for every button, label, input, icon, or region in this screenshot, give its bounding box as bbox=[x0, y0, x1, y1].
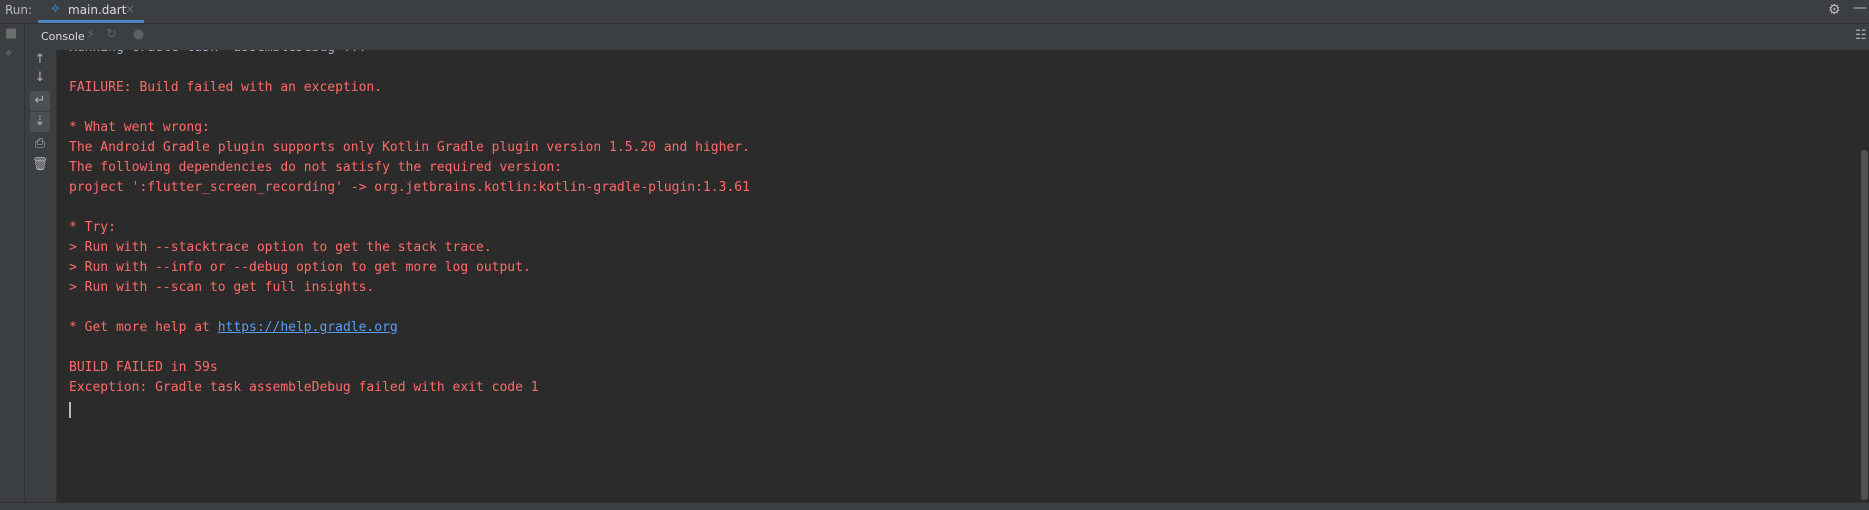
console-line: > Run with --stacktrace option to get th… bbox=[69, 240, 492, 255]
text-caret bbox=[69, 402, 71, 418]
arrow-down-icon[interactable]: ↓ bbox=[30, 68, 50, 88]
console-controls: ↑ ↓ ↵ ⇣ ⎙ 🗑 bbox=[25, 50, 57, 509]
run-tool-window-header: Run: ✧ main.dart × ⚙ — bbox=[0, 0, 1869, 24]
console-line: project ':flutter_screen_recording' -> o… bbox=[69, 180, 750, 195]
console-line: Exception: Gradle task assembleDebug fai… bbox=[69, 380, 539, 395]
gear-icon[interactable]: ⚙ bbox=[1828, 2, 1841, 18]
console-output[interactable]: Running Gradle task 'assembleDebug'... F… bbox=[57, 50, 1855, 502]
lightning-icon[interactable]: ⚡ bbox=[86, 27, 95, 42]
console-line: > Run with --info or --debug option to g… bbox=[69, 260, 531, 275]
pin-icon[interactable]: ⌖ bbox=[5, 46, 12, 61]
console-line-help: * Get more help at https://help.gradle.o… bbox=[69, 318, 398, 338]
trash-icon[interactable]: 🗑 bbox=[30, 155, 50, 175]
soft-wrap-icon[interactable]: ↵ bbox=[30, 91, 50, 111]
tab-console[interactable]: Console bbox=[41, 30, 85, 43]
console-line: The Android Gradle plugin supports only … bbox=[69, 140, 750, 155]
scroll-to-end-icon[interactable]: ⇣ bbox=[30, 112, 50, 132]
console-line: > Run with --scan to get full insights. bbox=[69, 280, 375, 295]
stop-icon[interactable]: ■ bbox=[5, 26, 17, 41]
help-text: * Get more help at bbox=[69, 320, 218, 335]
console-line: * What went wrong: bbox=[69, 120, 210, 135]
print-icon[interactable]: ⎙ bbox=[30, 134, 50, 154]
help-link[interactable]: https://help.gradle.org bbox=[218, 320, 398, 335]
tab-label: main.dart bbox=[68, 3, 127, 17]
active-tab-indicator bbox=[38, 20, 144, 23]
tab-main-dart[interactable]: ✧ main.dart × bbox=[38, 0, 144, 23]
console-line: * Try: bbox=[69, 220, 116, 235]
reload-icon[interactable]: ↻ bbox=[106, 27, 117, 42]
close-icon[interactable]: × bbox=[125, 2, 135, 16]
stop-circle-icon[interactable]: ● bbox=[133, 27, 144, 42]
flutter-dart-icon: ✧ bbox=[50, 2, 61, 17]
console-toolbar: Console ⚡ ↻ ● ☷ bbox=[0, 24, 1869, 51]
arrow-up-icon[interactable]: ↑ bbox=[30, 50, 50, 70]
layout-icon[interactable]: ☷ bbox=[1855, 28, 1867, 43]
console-line: The following dependencies do not satisf… bbox=[69, 160, 563, 175]
scrollbar-thumb[interactable] bbox=[1861, 150, 1868, 500]
console-line: BUILD FAILED in 59s bbox=[69, 360, 218, 375]
minimize-icon[interactable]: — bbox=[1853, 0, 1867, 16]
left-tool-rail: ■ ⌖ bbox=[0, 24, 25, 509]
run-label: Run: bbox=[5, 3, 33, 17]
console-line: Running Gradle task 'assembleDebug'... bbox=[69, 50, 366, 58]
console-line: FAILURE: Build failed with an exception. bbox=[69, 80, 383, 95]
